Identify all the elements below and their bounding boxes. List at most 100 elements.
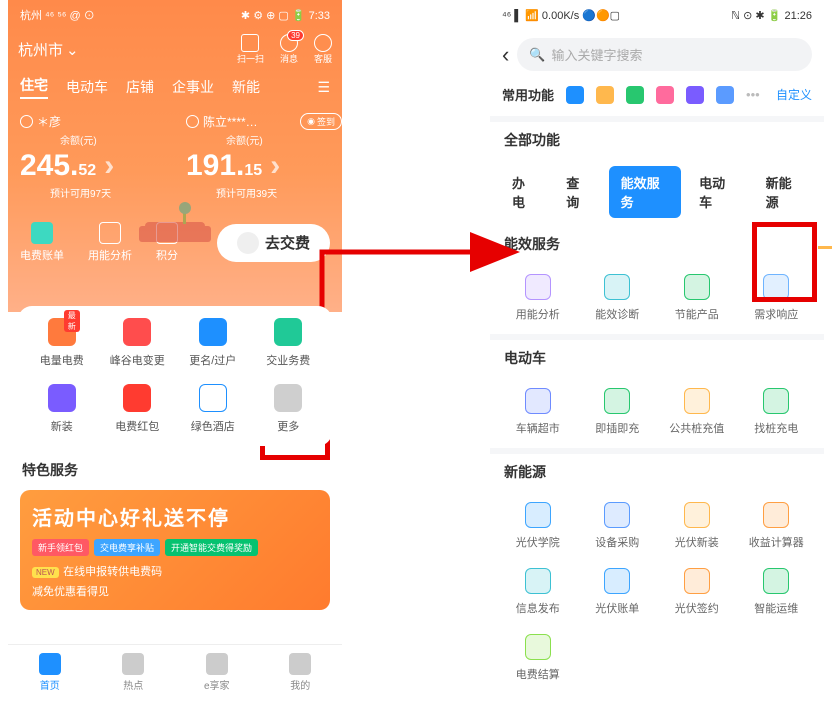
back-button[interactable]: ‹ [502, 42, 509, 68]
city-picker[interactable]: 杭州市 ⌄ [18, 39, 79, 60]
svc-icon [604, 502, 630, 528]
tab-bandian[interactable]: 办电 [500, 166, 548, 218]
grid-item-redpack[interactable]: 电费红包 [100, 384, 176, 434]
tab-newenergy[interactable]: 新能源 [754, 166, 814, 218]
grid-item-rename[interactable]: 更名/过户 [175, 318, 251, 368]
svc-光伏账单[interactable]: 光伏账单 [578, 568, 658, 616]
status-left: 杭州 ⁴⁶ ⁵⁶ @ ⊙ [20, 7, 95, 23]
robot-icon [237, 232, 259, 254]
top-actions: 扫一扫 39消息 客服 [237, 34, 332, 65]
fav-icon[interactable] [716, 86, 734, 104]
city-name: 杭州市 [18, 39, 63, 60]
grid-item-peak[interactable]: 峰谷电变更 [100, 318, 176, 368]
pay-button[interactable]: 去交费 [217, 224, 330, 262]
tab-home[interactable]: 住宅 [20, 75, 48, 99]
services-grid: 最新电量电费 峰谷电变更 更名/过户 交业务费 新装 电费红包 绿色酒店 更多 [18, 306, 332, 446]
svc-icon [604, 388, 630, 414]
tab-ev[interactable]: 电动车 [66, 77, 108, 97]
fav-icon[interactable] [656, 86, 674, 104]
svc-icon [684, 568, 710, 594]
person-icon [289, 653, 311, 675]
svc-找桩充电[interactable]: 找桩充电 [737, 388, 817, 436]
messages-button[interactable]: 39消息 [280, 34, 298, 65]
account-card-2[interactable]: ◉签到 陈立****… 余额(元) 191.15› 预计可用39天 [186, 113, 342, 200]
svc-光伏签约[interactable]: 光伏签约 [657, 568, 737, 616]
hero-area: 杭州 ⁴⁶ ⁵⁶ @ ⊙ ✱ ⚙ ⊕ ▢ 🔋 7:33 杭州市 ⌄ 扫一扫 39… [8, 0, 342, 312]
customize-link[interactable]: 自定义 [776, 86, 812, 103]
tab-enterprise[interactable]: 企事业 [172, 77, 214, 97]
svc-节能产品[interactable]: 节能产品 [657, 274, 737, 322]
tab-shop[interactable]: 店铺 [126, 77, 154, 97]
section-title: 电动车 [490, 340, 824, 376]
install-icon [48, 384, 76, 412]
tab-newenergy[interactable]: 新能 [232, 77, 260, 97]
all-label: 全部功能 [490, 122, 824, 158]
tab-query[interactable]: 查询 [554, 166, 602, 218]
fav-icon[interactable] [596, 86, 614, 104]
grid-item-more[interactable]: 更多 [251, 384, 327, 434]
grid-item-install[interactable]: 新装 [24, 384, 100, 434]
svc-信息发布[interactable]: 信息发布 [498, 568, 578, 616]
status-left: ⁴⁶ ▌ 📶 0.00K/s 🔵🟠▢ [502, 9, 620, 22]
svc-车辆超市[interactable]: 车辆超市 [498, 388, 578, 436]
svc-光伏学院[interactable]: 光伏学院 [498, 502, 578, 550]
chevron-right-icon: › [270, 149, 280, 183]
money-icon [274, 318, 302, 346]
nav-hot[interactable]: 热点 [92, 645, 176, 700]
search-icon: 🔍 [529, 47, 545, 63]
usage-button[interactable]: 用能分析 [88, 222, 132, 263]
account-card-1[interactable]: ＊彦 余额(元) 245.52› 预计可用97天 [20, 113, 176, 200]
status-right: ✱ ⚙ ⊕ ▢ 🔋 7:33 [241, 9, 330, 22]
svc-icon [763, 502, 789, 528]
coin-icon: ◉ [307, 116, 315, 127]
category-tabs: 住宅 电动车 店铺 企事业 新能 ☰ [8, 69, 342, 105]
grid-item-bill[interactable]: 最新电量电费 [24, 318, 100, 368]
account-cards: ＊彦 余额(元) 245.52› 预计可用97天 ◉签到 陈立****… 余额(… [8, 105, 342, 208]
nav-mine[interactable]: 我的 [259, 645, 343, 700]
badge: 39 [287, 30, 304, 41]
nav-home[interactable]: 首页 [8, 645, 92, 700]
scan-button[interactable]: 扫一扫 [237, 34, 264, 65]
fav-icon[interactable] [626, 86, 644, 104]
grid-item-hotel[interactable]: 绿色酒店 [175, 384, 251, 434]
svc-icon [684, 274, 710, 300]
bill-button[interactable]: 电费账单 [20, 222, 64, 263]
svc-即插即充[interactable]: 即插即充 [578, 388, 658, 436]
search-input[interactable]: 🔍输入关键字搜索 [517, 38, 812, 71]
highlight-target [752, 222, 817, 302]
tab-efficiency[interactable]: 能效服务 [609, 166, 682, 218]
svc-能效诊断[interactable]: 能效诊断 [578, 274, 658, 322]
svc-设备采购[interactable]: 设备采购 [578, 502, 658, 550]
support-button[interactable]: 客服 [314, 34, 332, 65]
fav-icon[interactable] [686, 86, 704, 104]
svc-icon [525, 502, 551, 528]
banner-pills: 新手领红包 交电费享补贴 开通智能交费得奖励 [32, 539, 318, 556]
chevron-down-icon: ⌄ [66, 41, 79, 59]
nav-ehome[interactable]: e享家 [175, 645, 259, 700]
svc-收益计算器[interactable]: 收益计算器 [737, 502, 817, 550]
svc-智能运维[interactable]: 智能运维 [737, 568, 817, 616]
fav-icon[interactable] [566, 86, 584, 104]
section-title: 新能源 [490, 454, 824, 490]
svc-公共桩充值[interactable]: 公共桩充值 [657, 388, 737, 436]
top-bar: 杭州市 ⌄ 扫一扫 39消息 客服 [8, 30, 342, 69]
phone-home: 杭州 ⁴⁶ ⁵⁶ @ ⊙ ✱ ⚙ ⊕ ▢ 🔋 7:33 杭州市 ⌄ 扫一扫 39… [8, 0, 342, 700]
filter-tabs: 办电 查询 能效服务 电动车 新能源 [490, 158, 824, 226]
grid-item-bizfee[interactable]: 交业务费 [251, 318, 327, 368]
svc-用能分析[interactable]: 用能分析 [498, 274, 578, 322]
signin-pill[interactable]: ◉签到 [300, 113, 342, 130]
menu-icon[interactable]: ☰ [317, 79, 330, 96]
svc-icon [525, 388, 551, 414]
search-row: ‹ 🔍输入关键字搜索 [490, 30, 824, 79]
svc-光伏新装[interactable]: 光伏新装 [657, 502, 737, 550]
svc-icon [763, 568, 789, 594]
tab-ev[interactable]: 电动车 [687, 166, 747, 218]
status-bar: 杭州 ⁴⁶ ⁵⁶ @ ⊙ ✱ ⚙ ⊕ ▢ 🔋 7:33 [8, 0, 342, 30]
svc-icon [604, 568, 630, 594]
promo-banner[interactable]: 活动中心好礼送不停 新手领红包 交电费享补贴 开通智能交费得奖励 NEW 在线申… [20, 490, 330, 610]
swap-icon [199, 318, 227, 346]
bill-icon [31, 222, 53, 244]
svc-电费结算[interactable]: 电费结算 [498, 634, 578, 682]
svc-icon [684, 388, 710, 414]
common-row: 常用功能 ••• 自定义 [490, 79, 824, 116]
